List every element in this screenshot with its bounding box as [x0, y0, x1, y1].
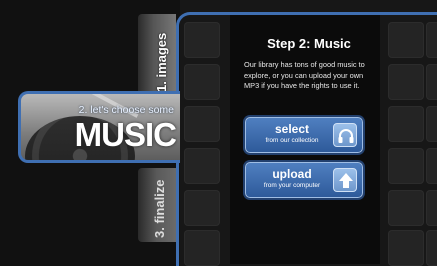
- step-title: Step 2: Music: [267, 36, 351, 51]
- select-button-sublabel: from our collection: [265, 137, 319, 144]
- step-tab-images[interactable]: 1. images: [138, 14, 176, 96]
- up-arrow-icon: [333, 168, 357, 192]
- music-step-screen: Step 2: Music Our library has tons of go…: [0, 0, 437, 266]
- music-tab-title: MUSIC: [74, 116, 177, 153]
- step-tab-music-active[interactable]: 2. let's choose some MUSIC: [18, 91, 180, 163]
- step-tab-finalize[interactable]: 3. finalize: [138, 168, 176, 242]
- images-tab-label: 1. images: [154, 32, 169, 92]
- upload-button-label: upload: [272, 167, 312, 181]
- upload-button-sublabel: from your computer: [263, 182, 321, 189]
- upload-from-computer-button[interactable]: upload from your computer: [245, 162, 363, 198]
- finalize-tab-label: 3. finalize: [152, 179, 167, 238]
- step-description: Our library has tons of good music to ex…: [244, 60, 365, 90]
- headphones-icon: [333, 123, 357, 147]
- music-tab-subtitle: 2. let's choose some: [78, 104, 174, 116]
- select-from-collection-button[interactable]: select from our collection: [245, 117, 363, 153]
- select-button-label: select: [274, 122, 310, 136]
